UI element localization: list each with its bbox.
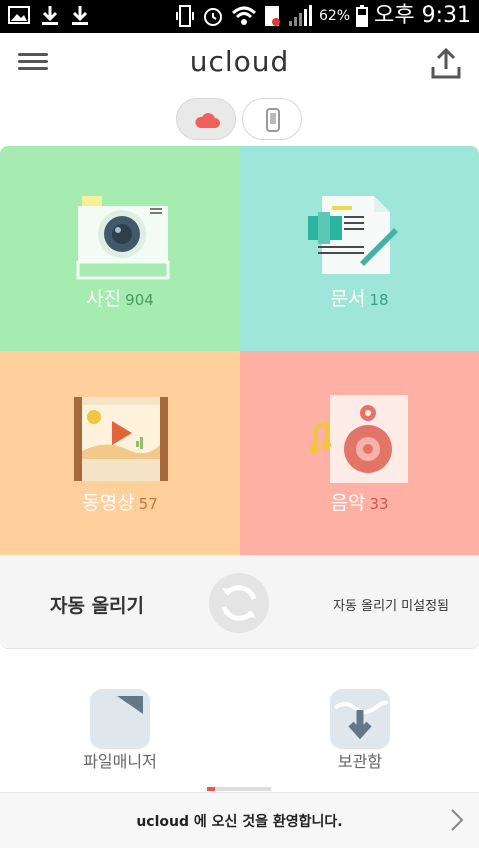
status-bar: 62% 오후 9:31: [0, 0, 479, 33]
folder-icon: [90, 689, 150, 749]
video-count: 57: [138, 495, 158, 513]
welcome-text: ucloud 에 오신 것을 환영합니다.: [136, 814, 343, 830]
battery-percent: 62%: [318, 8, 351, 24]
video-label: 동영상 57: [0, 488, 240, 515]
app-title: ucloud: [189, 45, 290, 78]
tile-videos[interactable]: 동영상 57: [0, 351, 240, 555]
cloud-toggle-button[interactable]: [176, 98, 236, 140]
video-icon: [74, 397, 168, 481]
auto-upload-status: 자동 올리기 미설정됨: [333, 599, 449, 614]
wifi-icon: [231, 6, 256, 25]
storage-download-icon: [330, 689, 390, 749]
status-left: [8, 4, 90, 26]
storage-toggle: [176, 98, 303, 140]
upload-icon[interactable]: [429, 47, 463, 81]
sync-icon[interactable]: [208, 572, 270, 634]
tile-photos[interactable]: 사진 904: [0, 146, 240, 351]
cloud-icon: [195, 113, 220, 128]
chevron-right-icon[interactable]: [447, 807, 467, 833]
photo-name: 사진: [86, 288, 122, 310]
tile-documents[interactable]: 문서 18: [240, 146, 479, 351]
page-indicator: [207, 787, 271, 791]
welcome-banner[interactable]: ucloud 에 오신 것을 환영합니다.: [0, 792, 479, 848]
download-icon: [42, 6, 58, 25]
speaker-icon: [309, 395, 408, 483]
photo-count: 904: [125, 291, 154, 309]
signal-icon: [288, 5, 312, 26]
phone-toggle-button[interactable]: [242, 98, 302, 140]
alarm-icon: [203, 8, 222, 26]
docs-name: 문서: [330, 288, 366, 310]
tile-music[interactable]: 음악 33: [240, 351, 479, 555]
camera-icon: [76, 196, 170, 280]
image-icon: [8, 6, 30, 24]
photo-label: 사진 904: [0, 284, 240, 311]
music-name: 음악: [330, 492, 366, 514]
file-manager-button[interactable]: 파일매니저: [50, 688, 190, 778]
storage-box-button[interactable]: 보관함: [290, 688, 430, 778]
video-name: 동영상: [82, 492, 135, 514]
download-icon: [72, 6, 88, 25]
sim-icon: [264, 6, 280, 26]
music-count: 33: [369, 495, 389, 513]
document-icon: [308, 196, 398, 274]
docs-label: 문서 18: [240, 284, 479, 311]
battery-icon: [356, 5, 369, 27]
auto-upload-bar[interactable]: 자동 올리기 자동 올리기 미설정됨: [0, 555, 479, 649]
clock: 오후 9:31: [374, 3, 471, 28]
phone-icon: [266, 108, 280, 132]
music-label: 음악 33: [240, 488, 479, 515]
app-bar: ucloud: [0, 33, 479, 95]
vibrate-icon: [175, 5, 194, 27]
page-indicator-active: [207, 787, 215, 791]
docs-count: 18: [369, 291, 389, 309]
storage-box-label: 보관함: [337, 752, 383, 771]
auto-upload-label: 자동 올리기: [50, 595, 145, 617]
file-manager-label: 파일매니저: [83, 752, 157, 771]
status-right: 62% 오후 9:31: [175, 2, 471, 30]
